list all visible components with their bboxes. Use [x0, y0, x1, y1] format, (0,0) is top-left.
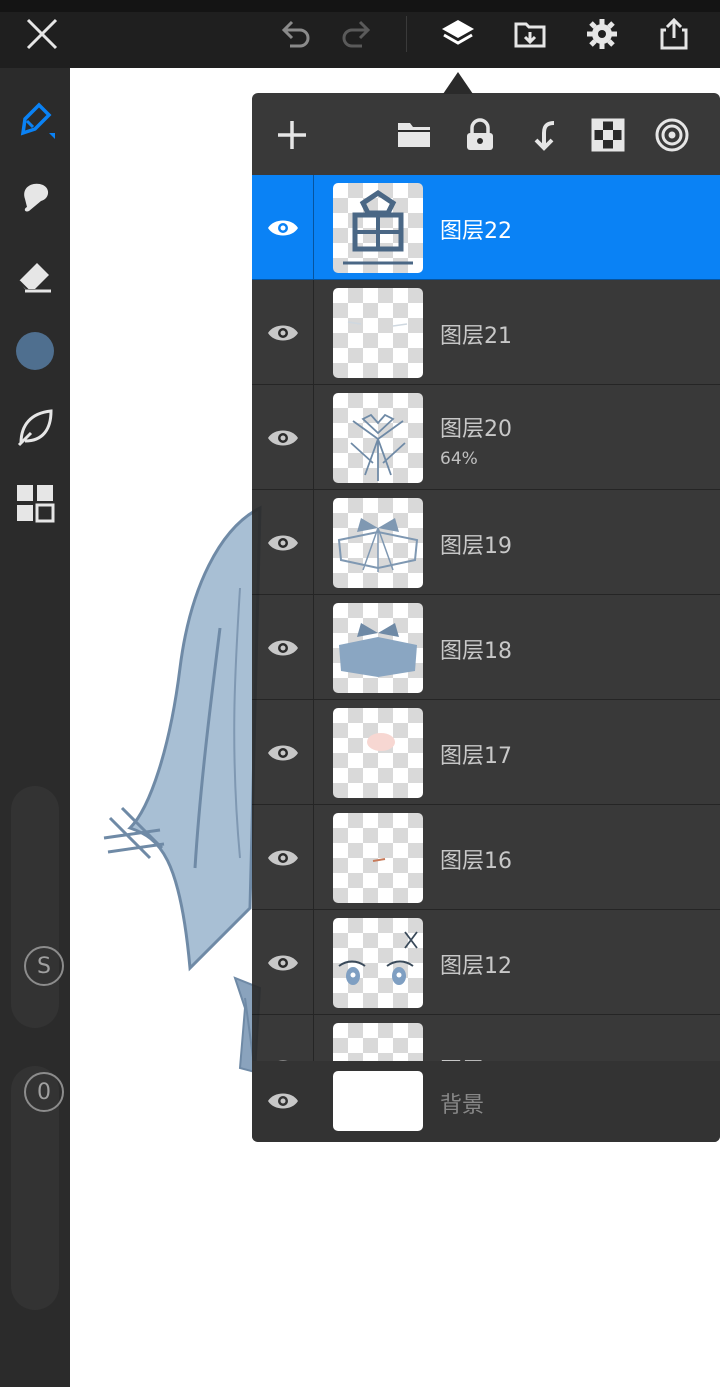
row-divider [313, 805, 314, 909]
layer-thumbnail [333, 288, 423, 378]
layer-opacity: 64% [440, 449, 478, 469]
top-toolbar [0, 0, 720, 68]
visibility-eye-icon[interactable] [263, 1081, 303, 1121]
layer-thumbnail [333, 813, 423, 903]
undo-icon[interactable] [270, 12, 318, 56]
layer-row[interactable]: 图层18 [252, 595, 720, 700]
background-thumbnail [333, 1071, 423, 1131]
layer-name: 图层21 [440, 324, 512, 349]
eraser-icon[interactable] [10, 250, 60, 300]
layer-name: 图层22 [440, 219, 512, 244]
merge-down-icon[interactable] [522, 113, 566, 157]
layer-name: 图层20 [440, 417, 512, 442]
visibility-eye-icon[interactable] [263, 628, 303, 668]
layer-name: 图层18 [440, 639, 512, 664]
layer-thumbnail [333, 183, 423, 273]
opacity-slider-knob[interactable]: 0 [24, 1072, 64, 1112]
brush-icon[interactable] [10, 94, 60, 144]
toolbar-divider [406, 16, 407, 52]
visibility-eye-icon[interactable] [263, 1048, 303, 1061]
row-divider [313, 910, 314, 1014]
layer-thumbnail [333, 1023, 423, 1061]
row-divider [313, 700, 314, 804]
layer-row[interactable]: 图层20 64% [252, 385, 720, 490]
layer-thumbnail [333, 603, 423, 693]
visibility-eye-icon[interactable] [263, 733, 303, 773]
layer-list[interactable]: 图层22 图层21 图层20 64% 图层19 图层18 图层17 图层16 图… [252, 175, 720, 1061]
layer-thumbnail [333, 498, 423, 588]
layer-row[interactable]: 图层12 [252, 910, 720, 1015]
smudge-icon[interactable] [10, 172, 60, 222]
layer-thumbnail [333, 918, 423, 1008]
tool-sidebar: S 0 [0, 68, 70, 1387]
layer-row[interactable]: 图层16 [252, 805, 720, 910]
layer-row[interactable]: 图层11 [252, 1015, 720, 1061]
row-divider [313, 490, 314, 594]
row-divider [313, 280, 314, 384]
layer-row[interactable]: 图层21 [252, 280, 720, 385]
visibility-eye-icon[interactable] [263, 418, 303, 458]
visibility-eye-icon[interactable] [263, 523, 303, 563]
color-swatch[interactable] [10, 326, 60, 376]
layer-name: 图层11 [440, 1053, 512, 1061]
lasso-icon[interactable] [10, 402, 60, 452]
visibility-eye-icon[interactable] [263, 838, 303, 878]
layers-panel: 图层22 图层21 图层20 64% 图层19 图层18 图层17 图层16 图… [252, 93, 720, 1142]
share-icon[interactable] [650, 12, 698, 56]
settings-icon[interactable] [578, 12, 626, 56]
layer-thumbnail [333, 708, 423, 798]
lock-icon[interactable] [458, 113, 502, 157]
brush-size-slider[interactable]: S [11, 786, 64, 1028]
row-divider [313, 595, 314, 699]
layer-thumbnail [333, 393, 423, 483]
visibility-eye-icon[interactable] [263, 943, 303, 983]
row-divider [313, 175, 314, 279]
add-layer-icon[interactable] [270, 113, 314, 157]
visibility-eye-icon[interactable] [263, 313, 303, 353]
layer-row[interactable]: 图层17 [252, 700, 720, 805]
size-slider-knob[interactable]: S [24, 946, 64, 986]
transparency-icon[interactable] [586, 113, 630, 157]
redo-icon[interactable] [334, 12, 382, 56]
mask-icon[interactable] [650, 113, 694, 157]
layers-icon[interactable] [434, 12, 482, 56]
background-layer-name: 背景 [440, 1093, 485, 1118]
gallery-icon[interactable] [10, 478, 60, 528]
layer-name: 图层16 [440, 849, 512, 874]
folder-icon[interactable] [392, 113, 436, 157]
brush-opacity-slider[interactable]: 0 [11, 1066, 64, 1310]
layer-row[interactable]: 图层19 [252, 490, 720, 595]
layer-name: 图层19 [440, 534, 512, 559]
visibility-eye-icon[interactable] [263, 208, 303, 248]
row-divider [313, 385, 314, 489]
layer-name: 图层12 [440, 954, 512, 979]
status-bar [0, 0, 720, 12]
panel-pointer [443, 72, 473, 94]
layers-panel-toolbar [252, 93, 720, 175]
close-icon[interactable] [18, 12, 66, 56]
layer-name: 图层17 [440, 744, 512, 769]
layer-row[interactable]: 图层22 [252, 175, 720, 280]
import-icon[interactable] [506, 12, 554, 56]
background-layer-row[interactable]: 背景 [252, 1061, 720, 1142]
row-divider [313, 1015, 314, 1061]
